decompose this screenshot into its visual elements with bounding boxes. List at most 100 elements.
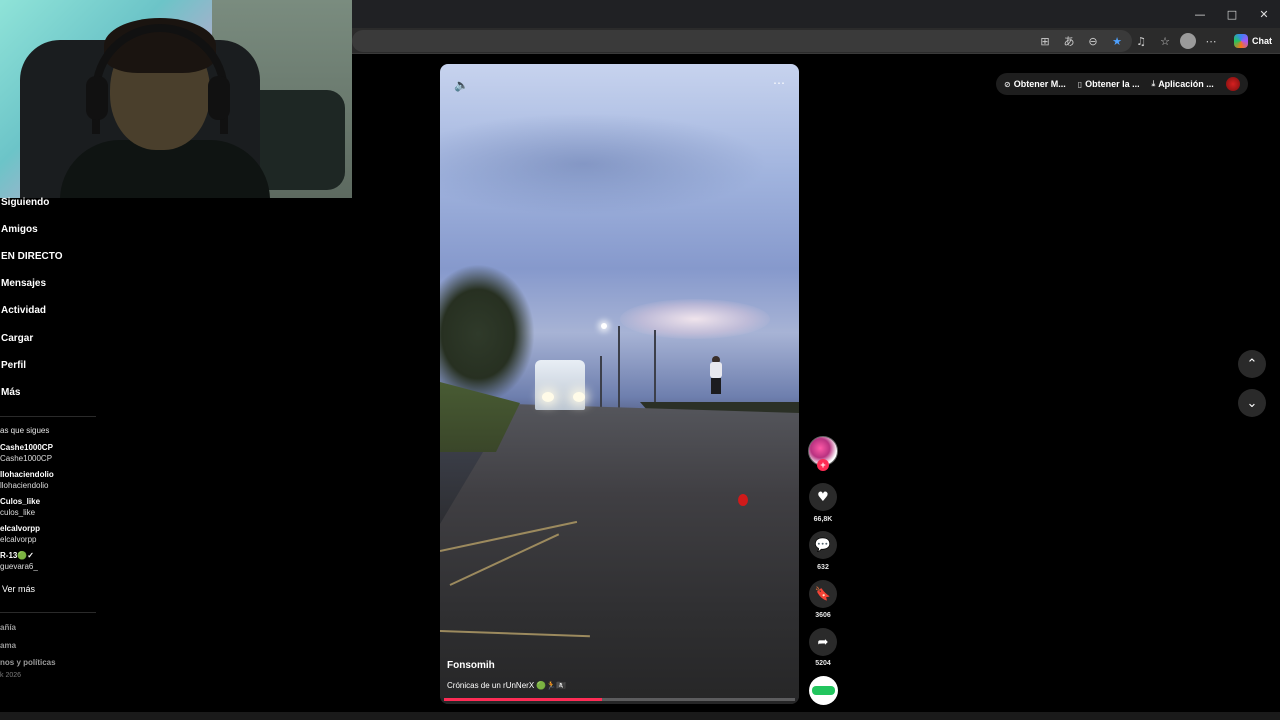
desktop-app-label: Aplicación ...	[1158, 79, 1214, 89]
video-bus	[535, 360, 585, 410]
share-count: 5204	[815, 660, 831, 667]
video-trees	[440, 264, 535, 404]
runner-legs	[711, 378, 721, 394]
top-action-bar: ⊘ Obtener M... ▯ Obtener la ... ⤓ Aplica…	[996, 73, 1248, 95]
copilot-icon	[1234, 34, 1248, 48]
music-disc-icon[interactable]	[809, 676, 838, 705]
apps-icon[interactable]: ⊞	[1036, 32, 1054, 50]
video-red-dot	[738, 494, 748, 506]
headset-ear-right	[208, 76, 230, 120]
video-author[interactable]: Fonsomih	[447, 660, 495, 671]
video-runner	[708, 356, 722, 394]
bus-headlight	[573, 392, 585, 402]
account-username: llohaciendolio	[0, 481, 49, 490]
street-light-pole	[600, 356, 602, 411]
heart-icon: ♥	[817, 489, 829, 505]
like-button[interactable]: ♥	[809, 483, 837, 511]
check-circle-icon: ⊘	[1004, 79, 1011, 89]
share-button[interactable]: ➦	[809, 628, 837, 656]
user-profile-avatar[interactable]	[1225, 77, 1240, 91]
get-coins-button[interactable]: ⊘ Obtener M...	[1004, 79, 1066, 89]
webcam-overlay	[0, 0, 352, 198]
follow-plus-icon[interactable]: +	[817, 459, 829, 471]
favorite-star-icon[interactable]: ★	[1108, 32, 1126, 50]
footer-link-terms[interactable]: nos y políticas	[0, 658, 56, 667]
volume-mute-icon[interactable]: 🔈	[454, 78, 469, 92]
get-app-label: Obtener la ...	[1085, 79, 1140, 89]
favorites-icon[interactable]: ☆	[1156, 32, 1174, 50]
chat-label: Chat	[1252, 36, 1272, 46]
comment-count: 632	[817, 564, 829, 571]
video-sky-clouds	[440, 104, 799, 224]
video-caption: Crónicas de un rUnNerX 🟢🏃🏴‍☠️	[447, 681, 567, 690]
sidebar-divider	[0, 416, 96, 417]
bookmark-icon: 🔖	[814, 586, 832, 602]
see-more-link[interactable]: Ver más	[2, 584, 35, 594]
footer-link-program[interactable]: ama	[0, 641, 16, 650]
translate-icon[interactable]: あ	[1060, 32, 1078, 50]
account-name: Cashe1000CP	[0, 443, 53, 452]
bus-headlight	[542, 392, 554, 402]
runner-torso	[710, 362, 722, 378]
nav-more[interactable]: Más	[1, 387, 20, 398]
save-button[interactable]: 🔖	[809, 580, 837, 608]
video-sunset-cloud	[620, 299, 770, 339]
chevron-down-icon: ⌄	[1246, 395, 1258, 411]
desktop-app-button[interactable]: ⤓ Aplicación ...	[1152, 79, 1214, 89]
window-controls: — □ ✕	[1184, 0, 1280, 28]
like-count: 66,8K	[813, 516, 833, 523]
followed-account[interactable]: elcalvorpp elcalvorpp	[0, 523, 40, 545]
followed-account[interactable]: Cashe1000CP Cashe1000CP	[0, 442, 53, 464]
download-icon: ⤓	[1151, 79, 1156, 88]
following-accounts-heading: as que sigues	[0, 426, 50, 435]
address-bar[interactable]	[352, 30, 1132, 52]
copyright-text: k 2026	[0, 672, 22, 679]
video-progress-fill	[444, 698, 602, 701]
extensions-icon[interactable]: ♫	[1132, 32, 1150, 50]
phone-icon: ▯	[1077, 79, 1083, 89]
nav-upload[interactable]: Cargar	[1, 333, 33, 344]
next-video-button[interactable]: ⌄	[1238, 389, 1266, 417]
street-light-icon	[601, 323, 607, 329]
get-app-button[interactable]: ▯ Obtener la ...	[1078, 79, 1140, 89]
toolbar-icons: ⊞ あ ⊖ ★ ♫ ☆ ⋯	[1036, 32, 1220, 50]
comment-button[interactable]: 💬	[809, 531, 837, 559]
taskbar-strip	[0, 712, 1280, 720]
zoom-out-icon[interactable]: ⊖	[1084, 32, 1102, 50]
share-arrow-icon: ➦	[817, 634, 829, 650]
comment-icon: 💬	[814, 537, 832, 553]
street-light-pole	[654, 330, 656, 410]
save-count: 3606	[815, 612, 831, 619]
more-menu-icon[interactable]: ⋯	[1202, 32, 1220, 50]
nav-live[interactable]: EN DIRECTO	[1, 251, 63, 262]
headset-ear-left	[86, 76, 108, 120]
copilot-chat-button[interactable]: Chat	[1234, 32, 1272, 50]
nav-friends[interactable]: Amigos	[1, 224, 38, 235]
account-name: R-13🟢✓	[0, 551, 35, 560]
previous-video-button[interactable]: ⌃	[1238, 350, 1266, 378]
nav-following[interactable]: Siguiendo	[1, 197, 49, 208]
followed-account[interactable]: Culos_like culos_like	[0, 496, 40, 518]
followed-account[interactable]: R-13🟢✓ guevara6_	[0, 550, 38, 572]
account-username: culos_like	[0, 508, 36, 517]
browser-profile-avatar[interactable]	[1180, 33, 1196, 49]
nav-messages[interactable]: Mensajes	[1, 278, 46, 289]
get-coins-label: Obtener M...	[1013, 79, 1066, 89]
nav-activity[interactable]: Actividad	[1, 305, 46, 316]
video-progress-bar[interactable]	[444, 698, 795, 701]
account-name: llohaciendolio	[0, 470, 54, 479]
account-username: guevara6_	[0, 562, 38, 571]
close-button[interactable]: ✕	[1248, 0, 1280, 28]
maximize-button[interactable]: □	[1216, 0, 1248, 28]
nav-profile[interactable]: Perfil	[1, 360, 26, 371]
video-player[interactable]: 🔈 ⋯ Fonsomih Crónicas de un rUnNerX 🟢🏃🏴‍…	[440, 64, 799, 704]
account-name: Culos_like	[0, 497, 41, 506]
footer-link-company[interactable]: añía	[0, 623, 16, 632]
minimize-button[interactable]: —	[1184, 0, 1216, 28]
sidebar-divider	[0, 612, 96, 613]
street-light-pole	[618, 326, 620, 414]
account-username: Cashe1000CP	[0, 454, 53, 463]
chevron-up-icon: ⌃	[1246, 356, 1258, 372]
video-more-options-icon[interactable]: ⋯	[773, 76, 785, 90]
followed-account[interactable]: llohaciendolio llohaciendolio	[0, 469, 54, 491]
